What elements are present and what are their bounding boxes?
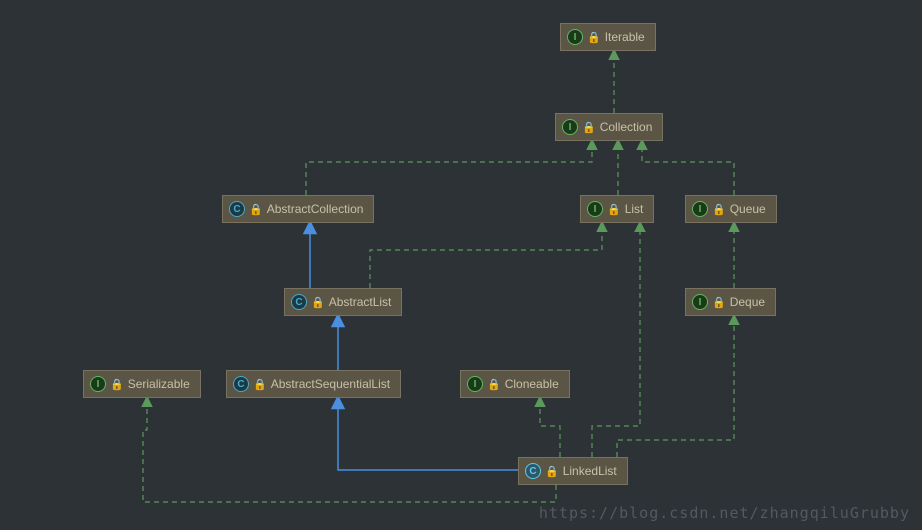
- lock-icon: 🔒: [249, 203, 263, 216]
- lock-icon: 🔒: [712, 296, 726, 309]
- node-deque[interactable]: I 🔒 Deque: [685, 288, 776, 316]
- node-label: Queue: [730, 202, 766, 216]
- node-label: AbstractSequentialList: [271, 377, 390, 391]
- node-abstract-sequential-list[interactable]: C 🔒 AbstractSequentialList: [226, 370, 401, 398]
- node-list[interactable]: I 🔒 List: [580, 195, 654, 223]
- diagram-connectors: [0, 0, 922, 530]
- node-queue[interactable]: I 🔒 Queue: [685, 195, 777, 223]
- node-label: Collection: [600, 120, 653, 134]
- node-collection[interactable]: I 🔒 Collection: [555, 113, 663, 141]
- node-label: List: [625, 202, 644, 216]
- lock-icon: 🔒: [487, 378, 501, 391]
- abstract-class-icon: C: [291, 294, 307, 310]
- node-label: Iterable: [605, 30, 645, 44]
- lock-icon: 🔒: [607, 203, 621, 216]
- node-abstract-collection[interactable]: C 🔒 AbstractCollection: [222, 195, 374, 223]
- lock-icon: 🔒: [582, 121, 596, 134]
- node-label: Cloneable: [505, 377, 559, 391]
- node-linked-list[interactable]: C 🔒 LinkedList: [518, 457, 628, 485]
- abstract-class-icon: C: [229, 201, 245, 217]
- interface-icon: I: [467, 376, 483, 392]
- interface-icon: I: [90, 376, 106, 392]
- node-iterable[interactable]: I 🔒 Iterable: [560, 23, 656, 51]
- node-label: LinkedList: [563, 464, 617, 478]
- lock-icon: 🔒: [587, 31, 601, 44]
- node-label: Serializable: [128, 377, 190, 391]
- node-label: Deque: [730, 295, 765, 309]
- interface-icon: I: [562, 119, 578, 135]
- interface-icon: I: [692, 294, 708, 310]
- node-serializable[interactable]: I 🔒 Serializable: [83, 370, 201, 398]
- abstract-class-icon: C: [233, 376, 249, 392]
- node-label: AbstractCollection: [267, 202, 364, 216]
- lock-icon: 🔒: [110, 378, 124, 391]
- class-icon: C: [525, 463, 541, 479]
- interface-icon: I: [567, 29, 583, 45]
- lock-icon: 🔒: [253, 378, 267, 391]
- node-abstract-list[interactable]: C 🔒 AbstractList: [284, 288, 402, 316]
- lock-icon: 🔒: [545, 465, 559, 478]
- node-cloneable[interactable]: I 🔒 Cloneable: [460, 370, 570, 398]
- watermark-text: https://blog.csdn.net/zhangqiluGrubby: [539, 504, 910, 522]
- lock-icon: 🔒: [311, 296, 325, 309]
- interface-icon: I: [587, 201, 603, 217]
- lock-icon: 🔒: [712, 203, 726, 216]
- node-label: AbstractList: [329, 295, 392, 309]
- interface-icon: I: [692, 201, 708, 217]
